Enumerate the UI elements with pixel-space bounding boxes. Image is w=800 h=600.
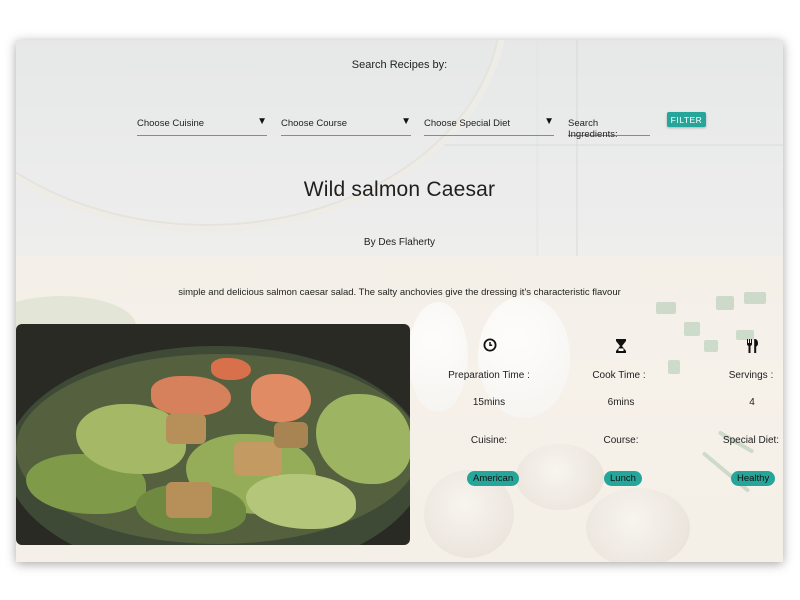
preparation-time-value: 15mins: [472, 397, 506, 408]
recipe-title: Wild salmon Caesar: [303, 178, 496, 201]
course-select[interactable]: Choose Course ▼: [281, 110, 411, 136]
photo-crouton: [234, 442, 282, 476]
special-diet-chip: Healthy: [731, 471, 776, 486]
dropdown-arrow-icon: ▼: [544, 116, 554, 127]
recipe-photo: [16, 324, 410, 545]
cutlery-icon: [737, 338, 767, 358]
clock-icon: [475, 338, 505, 356]
search-heading: Search Recipes by:: [351, 59, 448, 71]
servings-label: Servings :: [728, 370, 774, 381]
course-select-label: Choose Course: [281, 118, 348, 129]
dropdown-arrow-icon: ▼: [401, 116, 411, 127]
photo-crouton: [166, 414, 206, 444]
servings-value: 4: [749, 397, 755, 408]
photo-salmon: [251, 374, 311, 422]
hourglass-icon: [606, 338, 636, 358]
cuisine-select-label: Choose Cuisine: [137, 118, 205, 129]
special-diet-select[interactable]: Choose Special Diet ▼: [424, 110, 554, 136]
special-diet-select-label: Choose Special Diet: [424, 118, 511, 129]
cook-time-label: Cook Time :: [592, 370, 646, 381]
cuisine-select[interactable]: Choose Cuisine ▼: [137, 110, 267, 136]
ingredients-search-input[interactable]: Search Ingredients:: [568, 110, 650, 140]
cuisine-label: Cuisine:: [470, 435, 508, 446]
recipe-page: Search Recipes by: Choose Cuisine ▼ Choo…: [16, 40, 783, 562]
cuisine-chip: American: [467, 471, 520, 486]
dropdown-arrow-icon: ▼: [257, 116, 267, 127]
photo-salmon: [211, 358, 251, 380]
recipe-description: simple and delicious salmon caesar salad…: [178, 287, 621, 298]
page-frame: Search Recipes by: Choose Cuisine ▼ Choo…: [16, 40, 783, 562]
ingredients-placeholder: Search Ingredients:: [568, 118, 618, 140]
photo-salmon: [151, 376, 231, 416]
photo-crouton: [274, 422, 308, 448]
recipe-author: By Des Flaherty: [363, 237, 436, 248]
preparation-time-label: Preparation Time :: [448, 370, 530, 381]
special-diet-label: Special Diet:: [722, 435, 780, 446]
course-chip: Lunch: [604, 471, 642, 486]
cook-time-value: 6mins: [607, 397, 635, 408]
filter-button[interactable]: FILTER: [667, 112, 706, 127]
course-label: Course:: [603, 435, 639, 446]
photo-crouton: [166, 482, 212, 518]
